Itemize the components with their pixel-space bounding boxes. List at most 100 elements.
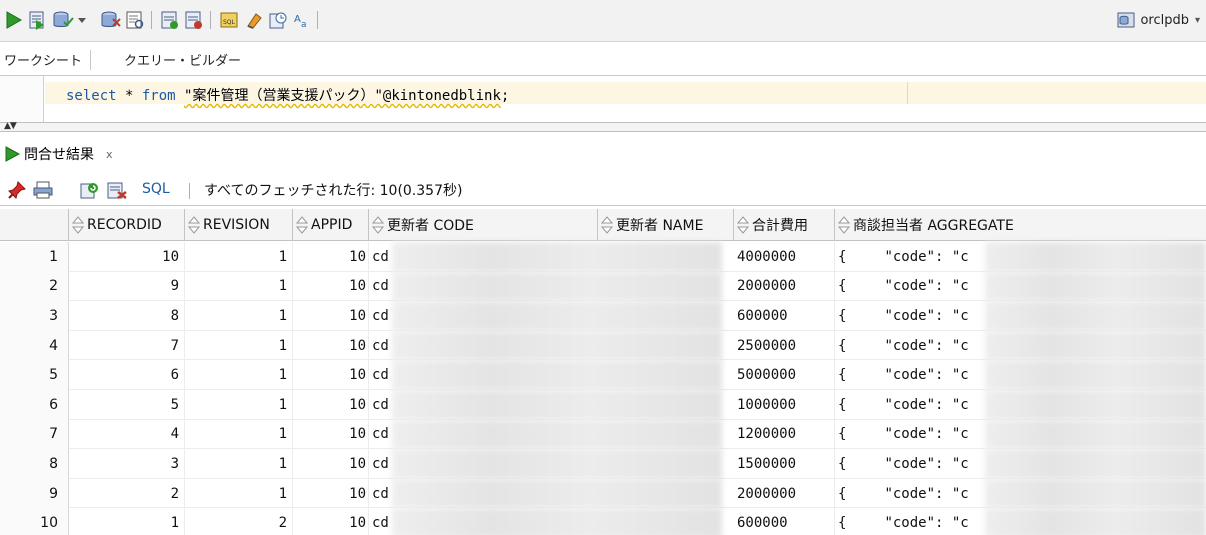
- cell-recordid[interactable]: 5: [69, 390, 185, 420]
- table-row[interactable]: 9 2 1 10 cd 2000000{"code": "c: [0, 478, 1206, 509]
- sort-icon[interactable]: [188, 216, 200, 234]
- clear-icon[interactable]: [243, 9, 265, 31]
- close-icon[interactable]: x: [106, 148, 113, 161]
- table-row[interactable]: 8 3 1 10 cd 1500000{"code": "c: [0, 449, 1206, 479]
- cell-recordid[interactable]: 9: [69, 271, 185, 302]
- row-number[interactable]: 2: [0, 271, 69, 302]
- table-row[interactable]: 10 1 2 10 cd 600000{"code": "c: [0, 508, 1206, 535]
- table-row[interactable]: 1 10 1 10 cd 4000000{"code": "c: [0, 242, 1206, 272]
- cell-total-cost[interactable]: 2000000: [734, 478, 835, 509]
- cell-recordid[interactable]: 7: [69, 330, 185, 361]
- format-icon[interactable]: Aa: [292, 9, 314, 31]
- row-number[interactable]: 1: [0, 242, 69, 272]
- row-number[interactable]: 7: [0, 419, 69, 450]
- sort-icon[interactable]: [737, 216, 749, 234]
- sql-button[interactable]: SQL: [142, 181, 170, 197]
- sql-editor[interactable]: select * from "案件管理（営業支援パック）"@kintonedbl…: [0, 76, 1206, 122]
- tab-worksheet[interactable]: ワークシート: [4, 50, 92, 70]
- cell-appid[interactable]: 10: [293, 330, 369, 361]
- print-icon[interactable]: [32, 179, 54, 201]
- split-arrows-icon[interactable]: ▲▼: [4, 121, 17, 131]
- connection-selector[interactable]: orclpdb ▾: [1116, 8, 1200, 32]
- cell-recordid[interactable]: 8: [69, 301, 185, 331]
- sort-icon[interactable]: [838, 216, 850, 234]
- column-header-sales-aggregate[interactable]: 商談担当者 AGGREGATE: [835, 209, 1206, 241]
- sql-tuning-icon[interactable]: [183, 9, 205, 31]
- cell-revision[interactable]: 1: [185, 330, 293, 361]
- cell-total-cost[interactable]: 1000000: [734, 390, 835, 420]
- cell-revision[interactable]: 1: [185, 360, 293, 390]
- run-statement-icon[interactable]: [3, 9, 25, 31]
- cell-appid[interactable]: 10: [293, 390, 369, 420]
- sql-statement[interactable]: select * from "案件管理（営業支援パック）"@kintonedbl…: [66, 85, 509, 105]
- row-number[interactable]: 9: [0, 478, 69, 509]
- column-header-updater-code[interactable]: 更新者 CODE: [369, 209, 598, 241]
- run-script-icon[interactable]: [26, 9, 48, 31]
- table-row[interactable]: 5 6 1 10 cd 5000000{"code": "c: [0, 360, 1206, 390]
- cell-total-cost[interactable]: 5000000: [734, 360, 835, 390]
- cell-total-cost[interactable]: 1200000: [734, 419, 835, 450]
- cell-appid[interactable]: 10: [293, 301, 369, 331]
- cell-revision[interactable]: 1: [185, 478, 293, 509]
- sql-monitor-icon[interactable]: SQL: [218, 9, 240, 31]
- rollback-icon[interactable]: [100, 9, 122, 31]
- sort-icon[interactable]: [601, 216, 613, 234]
- cell-revision[interactable]: 1: [185, 419, 293, 450]
- tab-query-builder[interactable]: クエリー・ビルダー: [124, 50, 241, 70]
- cell-revision[interactable]: 1: [185, 390, 293, 420]
- table-row[interactable]: 3 8 1 10 cd 600000{"code": "c: [0, 301, 1206, 331]
- refresh-icon[interactable]: [79, 179, 101, 201]
- column-header-revision[interactable]: REVISION: [185, 209, 293, 241]
- cell-revision[interactable]: 1: [185, 271, 293, 302]
- row-number[interactable]: 6: [0, 390, 69, 420]
- cell-revision[interactable]: 1: [185, 242, 293, 272]
- cell-appid[interactable]: 10: [293, 271, 369, 302]
- column-header-appid[interactable]: APPID: [293, 209, 369, 241]
- table-row[interactable]: 2 9 1 10 cd 2000000{"code": "c: [0, 271, 1206, 302]
- row-number[interactable]: 8: [0, 449, 69, 479]
- cell-appid[interactable]: 10: [293, 478, 369, 509]
- row-number[interactable]: 3: [0, 301, 69, 331]
- cell-recordid[interactable]: 10: [69, 242, 185, 272]
- commit-dropdown-icon[interactable]: [75, 9, 89, 31]
- cell-appid[interactable]: 10: [293, 449, 369, 479]
- history-icon[interactable]: [267, 9, 289, 31]
- column-header-updater-name[interactable]: 更新者 NAME: [598, 209, 734, 241]
- cell-revision[interactable]: 1: [185, 301, 293, 331]
- column-header-recordid[interactable]: RECORDID: [69, 209, 185, 241]
- table-row[interactable]: 6 5 1 10 cd 1000000{"code": "c: [0, 390, 1206, 420]
- row-number[interactable]: 10: [0, 508, 69, 535]
- tab-query-result[interactable]: 問合せ結果 x: [4, 144, 113, 164]
- cell-recordid[interactable]: 3: [69, 449, 185, 479]
- export-icon[interactable]: [106, 179, 128, 201]
- cell-total-cost[interactable]: 1500000: [734, 449, 835, 479]
- cell-total-cost[interactable]: 4000000: [734, 242, 835, 272]
- pin-icon[interactable]: [6, 179, 28, 201]
- sort-icon[interactable]: [72, 216, 84, 234]
- row-number[interactable]: 4: [0, 330, 69, 361]
- cell-total-cost[interactable]: 2500000: [734, 330, 835, 361]
- editor-results-splitter[interactable]: ▲▼: [0, 121, 1206, 132]
- row-number[interactable]: 5: [0, 360, 69, 390]
- table-row[interactable]: 7 4 1 10 cd 1200000{"code": "c: [0, 419, 1206, 450]
- cell-appid[interactable]: 10: [293, 508, 369, 535]
- cell-recordid[interactable]: 1: [69, 508, 185, 535]
- cell-recordid[interactable]: 4: [69, 419, 185, 450]
- autotrace-icon[interactable]: [159, 9, 181, 31]
- cell-appid[interactable]: 10: [293, 419, 369, 450]
- cell-revision[interactable]: 1: [185, 449, 293, 479]
- cell-appid[interactable]: 10: [293, 242, 369, 272]
- cell-total-cost[interactable]: 2000000: [734, 271, 835, 302]
- sort-icon[interactable]: [296, 216, 308, 234]
- cell-recordid[interactable]: 2: [69, 478, 185, 509]
- cell-total-cost[interactable]: 600000: [734, 301, 835, 331]
- cell-appid[interactable]: 10: [293, 360, 369, 390]
- sort-icon[interactable]: [372, 216, 384, 234]
- cell-total-cost[interactable]: 600000: [734, 508, 835, 535]
- column-header-total-cost[interactable]: 合計費用: [734, 209, 835, 241]
- table-row[interactable]: 4 7 1 10 cd 2500000{"code": "c: [0, 330, 1206, 361]
- cell-recordid[interactable]: 6: [69, 360, 185, 390]
- explain-plan-icon[interactable]: [124, 9, 146, 31]
- cell-revision[interactable]: 2: [185, 508, 293, 535]
- commit-icon[interactable]: [52, 9, 74, 31]
